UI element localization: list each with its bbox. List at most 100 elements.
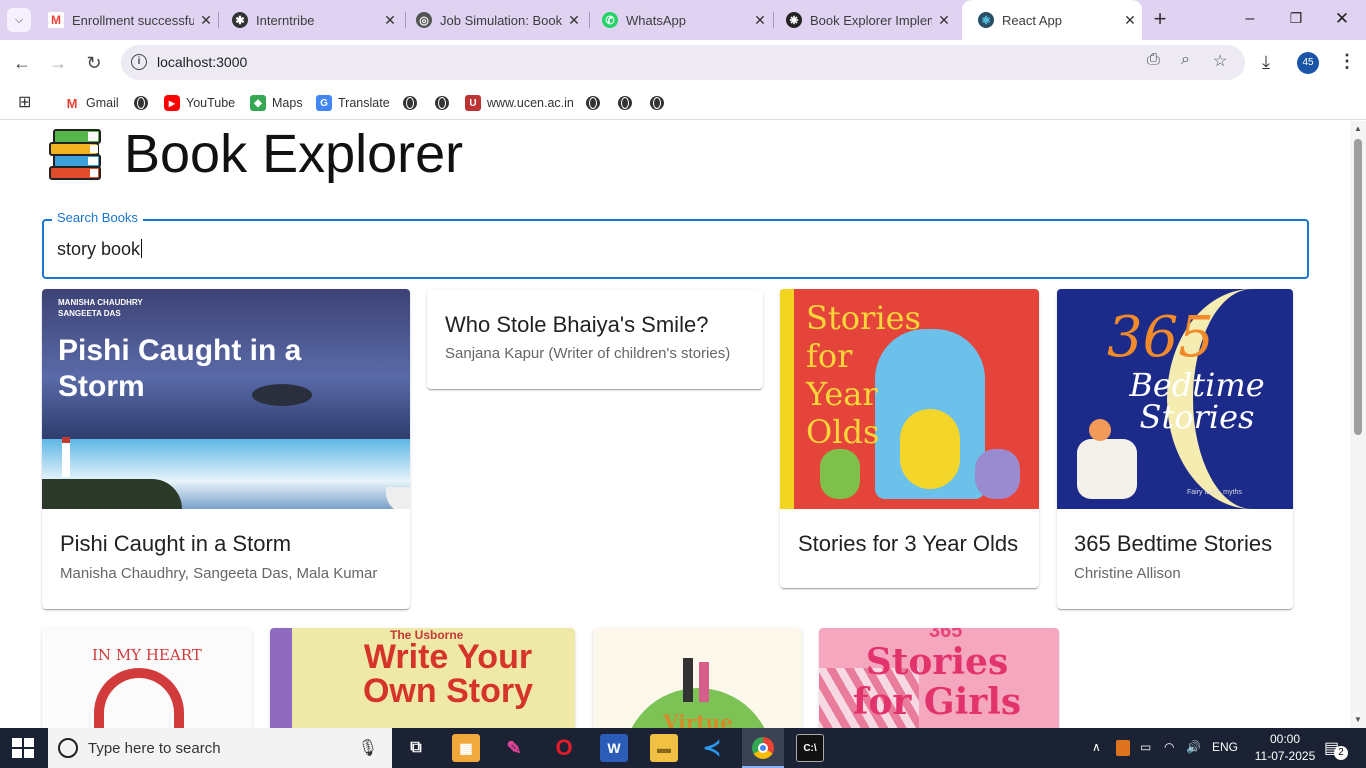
close-window-button[interactable]: ✕ (1328, 9, 1356, 29)
chevron-down-icon: ⌵ (14, 13, 24, 26)
taskbar: Type here to search 🎙 ⧉ ▦ ✎ O W ▬ ≺ C:\ … (0, 728, 1366, 768)
notification-center[interactable]: ▤ 2 (1322, 738, 1348, 760)
react-icon: ⚛ (978, 12, 994, 28)
bookmark-ucen[interactable]: U www.ucen.ac.in (465, 93, 574, 113)
star-icon[interactable]: ☆ (1213, 51, 1227, 71)
globe-icon[interactable] (650, 96, 664, 110)
volume-icon[interactable]: 🔊 (1186, 740, 1201, 754)
cover-title: IN MY HEART (92, 646, 202, 664)
forward-button[interactable]: → (43, 48, 73, 78)
book-card[interactable]: Virtue (593, 628, 802, 728)
interntribe-icon: ✱ (232, 12, 248, 28)
store-icon[interactable]: ▦ (452, 734, 480, 762)
app-tray-icon[interactable] (1116, 740, 1130, 756)
plus-icon: + (1153, 6, 1167, 31)
more-menu-icon[interactable]: ⋮ (1338, 51, 1356, 72)
reload-button[interactable]: ↻ (79, 48, 109, 78)
globe-icon[interactable] (403, 96, 417, 110)
close-icon[interactable]: ✕ (932, 12, 956, 29)
bookmark-youtube[interactable]: ▶ YouTube (164, 93, 235, 113)
book-title: 365 Bedtime Stories (1074, 531, 1273, 556)
minimize-button[interactable]: – (1236, 10, 1264, 30)
language-indicator[interactable]: ENG (1212, 740, 1238, 754)
install-app-icon[interactable]: ⎙ (1147, 51, 1160, 69)
book-title: Who Stole Bhaiya's Smile? (445, 312, 709, 337)
cover-title: Virtue (663, 710, 733, 728)
book-card[interactable]: 365 Stories for Girls (819, 628, 1059, 728)
whatsapp-icon: ✆ (602, 12, 618, 28)
taskbar-search[interactable]: Type here to search 🎙 (48, 728, 392, 768)
book-cover: Stories for Year Olds 3 (780, 289, 1039, 509)
tab-title: Job Simulation: Book (440, 12, 562, 28)
address-bar[interactable]: i localhost:3000 ⎙ ⌕ ☆ (121, 45, 1245, 80)
wifi-icon[interactable]: ◠ (1164, 740, 1174, 754)
cover-title: Pishi Caught in a Storm (58, 334, 302, 403)
microphone-icon[interactable]: 🎙 (358, 738, 378, 758)
profile-avatar[interactable]: 45 (1297, 52, 1319, 74)
zoom-icon[interactable]: ⌕ (1181, 51, 1190, 69)
chrome-taskbar-item[interactable] (742, 728, 784, 768)
bookmark-label: Translate (338, 96, 390, 110)
url-text[interactable]: localhost:3000 (157, 54, 247, 70)
tab-title: React App (1002, 12, 1062, 28)
tab-job-simulation[interactable]: ◎ Job Simulation: Book ✕ (400, 0, 586, 40)
restore-icon: ❐ (1289, 10, 1303, 26)
book-card[interactable]: The Usborne Write Your Own Story (270, 628, 575, 728)
restore-button[interactable]: ❐ (1282, 10, 1310, 30)
book-card[interactable]: Stories for Year Olds 3 Stories for 3 Ye… (780, 289, 1039, 588)
battery-icon[interactable]: ▭ (1140, 740, 1151, 754)
page-scrollbar[interactable]: ▲ ▼ (1350, 121, 1366, 728)
clock[interactable]: 00:00 11-07-2025 (1250, 731, 1320, 765)
book-card[interactable]: IN MY HEART (42, 628, 252, 728)
close-icon[interactable]: ✕ (562, 12, 586, 29)
download-icon[interactable]: ⤓ (1262, 52, 1270, 73)
book-title: Stories for 3 Year Olds (798, 531, 1019, 556)
tab-enrollment[interactable]: M Enrollment successful ✕ (32, 0, 218, 40)
toolbar: ← → ↻ i localhost:3000 ⎙ ⌕ ☆ ⤓ 45 ⋮ (0, 40, 1366, 86)
scrollbar-thumb[interactable] (1354, 139, 1362, 435)
bookmark-maps[interactable]: ◆ Maps (250, 93, 303, 113)
tab-react-app[interactable]: ⚛ React App ✕ (962, 0, 1142, 40)
book-cover: MANISHA CHAUDHRY SANGEETA DAS Pishi Caug… (42, 289, 410, 509)
file-explorer-icon[interactable]: ▬ (650, 734, 678, 762)
close-icon[interactable]: ✕ (378, 12, 402, 29)
close-icon[interactable]: ✕ (1118, 12, 1142, 29)
tab-strip: ⌵ M Enrollment successful ✕ ✱ Interntrib… (0, 0, 1366, 40)
back-button[interactable]: ← (7, 48, 37, 78)
start-button[interactable] (12, 738, 34, 758)
chevron-up-icon[interactable]: ∧ (1092, 740, 1101, 754)
bookmark-label: Gmail (86, 96, 119, 110)
bookmark-gmail[interactable]: M Gmail (64, 93, 119, 113)
scroll-up-icon[interactable]: ▲ (1354, 124, 1362, 133)
apps-grid-icon[interactable]: ⊞ (18, 92, 31, 112)
globe-icon[interactable] (618, 96, 632, 110)
word-icon[interactable]: W (600, 734, 628, 762)
new-tab-button[interactable]: + (1148, 8, 1172, 32)
search-input[interactable] (42, 219, 1309, 279)
tab-whatsapp[interactable]: ✆ WhatsApp ✕ (586, 0, 772, 40)
book-card[interactable]: MANISHA CHAUDHRY SANGEETA DAS Pishi Caug… (42, 289, 410, 609)
paint-icon[interactable]: ✎ (500, 734, 528, 762)
close-icon[interactable]: ✕ (194, 12, 218, 29)
globe-icon[interactable] (134, 96, 148, 110)
info-icon[interactable]: i (131, 54, 147, 70)
tab-book-explorer-chat[interactable]: ❋ Book Explorer Implem ✕ (770, 0, 956, 40)
scroll-down-icon[interactable]: ▼ (1354, 715, 1362, 724)
tab-interntribe[interactable]: ✱ Interntribe ✕ (216, 0, 402, 40)
book-card[interactable]: Who Stole Bhaiya's Smile? Sanjana Kapur … (427, 289, 763, 389)
gmail-icon: M (66, 95, 78, 111)
close-icon[interactable]: ✕ (748, 12, 772, 29)
bookmark-translate[interactable]: G Translate (316, 93, 390, 113)
opera-icon[interactable]: O (550, 734, 578, 762)
search-text: story book (57, 239, 141, 259)
globe-icon[interactable] (435, 96, 449, 110)
book-card[interactable]: 365 Bedtime Stories Fairy tales, myths 3… (1057, 289, 1293, 609)
globe-icon[interactable] (586, 96, 600, 110)
cover-authors: MANISHA CHAUDHRY SANGEETA DAS (58, 298, 143, 318)
vscode-icon[interactable]: ≺ (698, 734, 726, 762)
terminal-icon[interactable]: C:\ (796, 734, 824, 762)
search-input-value[interactable]: story book (57, 239, 143, 260)
task-view-icon[interactable]: ⧉ (402, 734, 430, 762)
tab-search-button[interactable]: ⌵ (7, 8, 31, 32)
ucen-icon: U (465, 95, 481, 111)
